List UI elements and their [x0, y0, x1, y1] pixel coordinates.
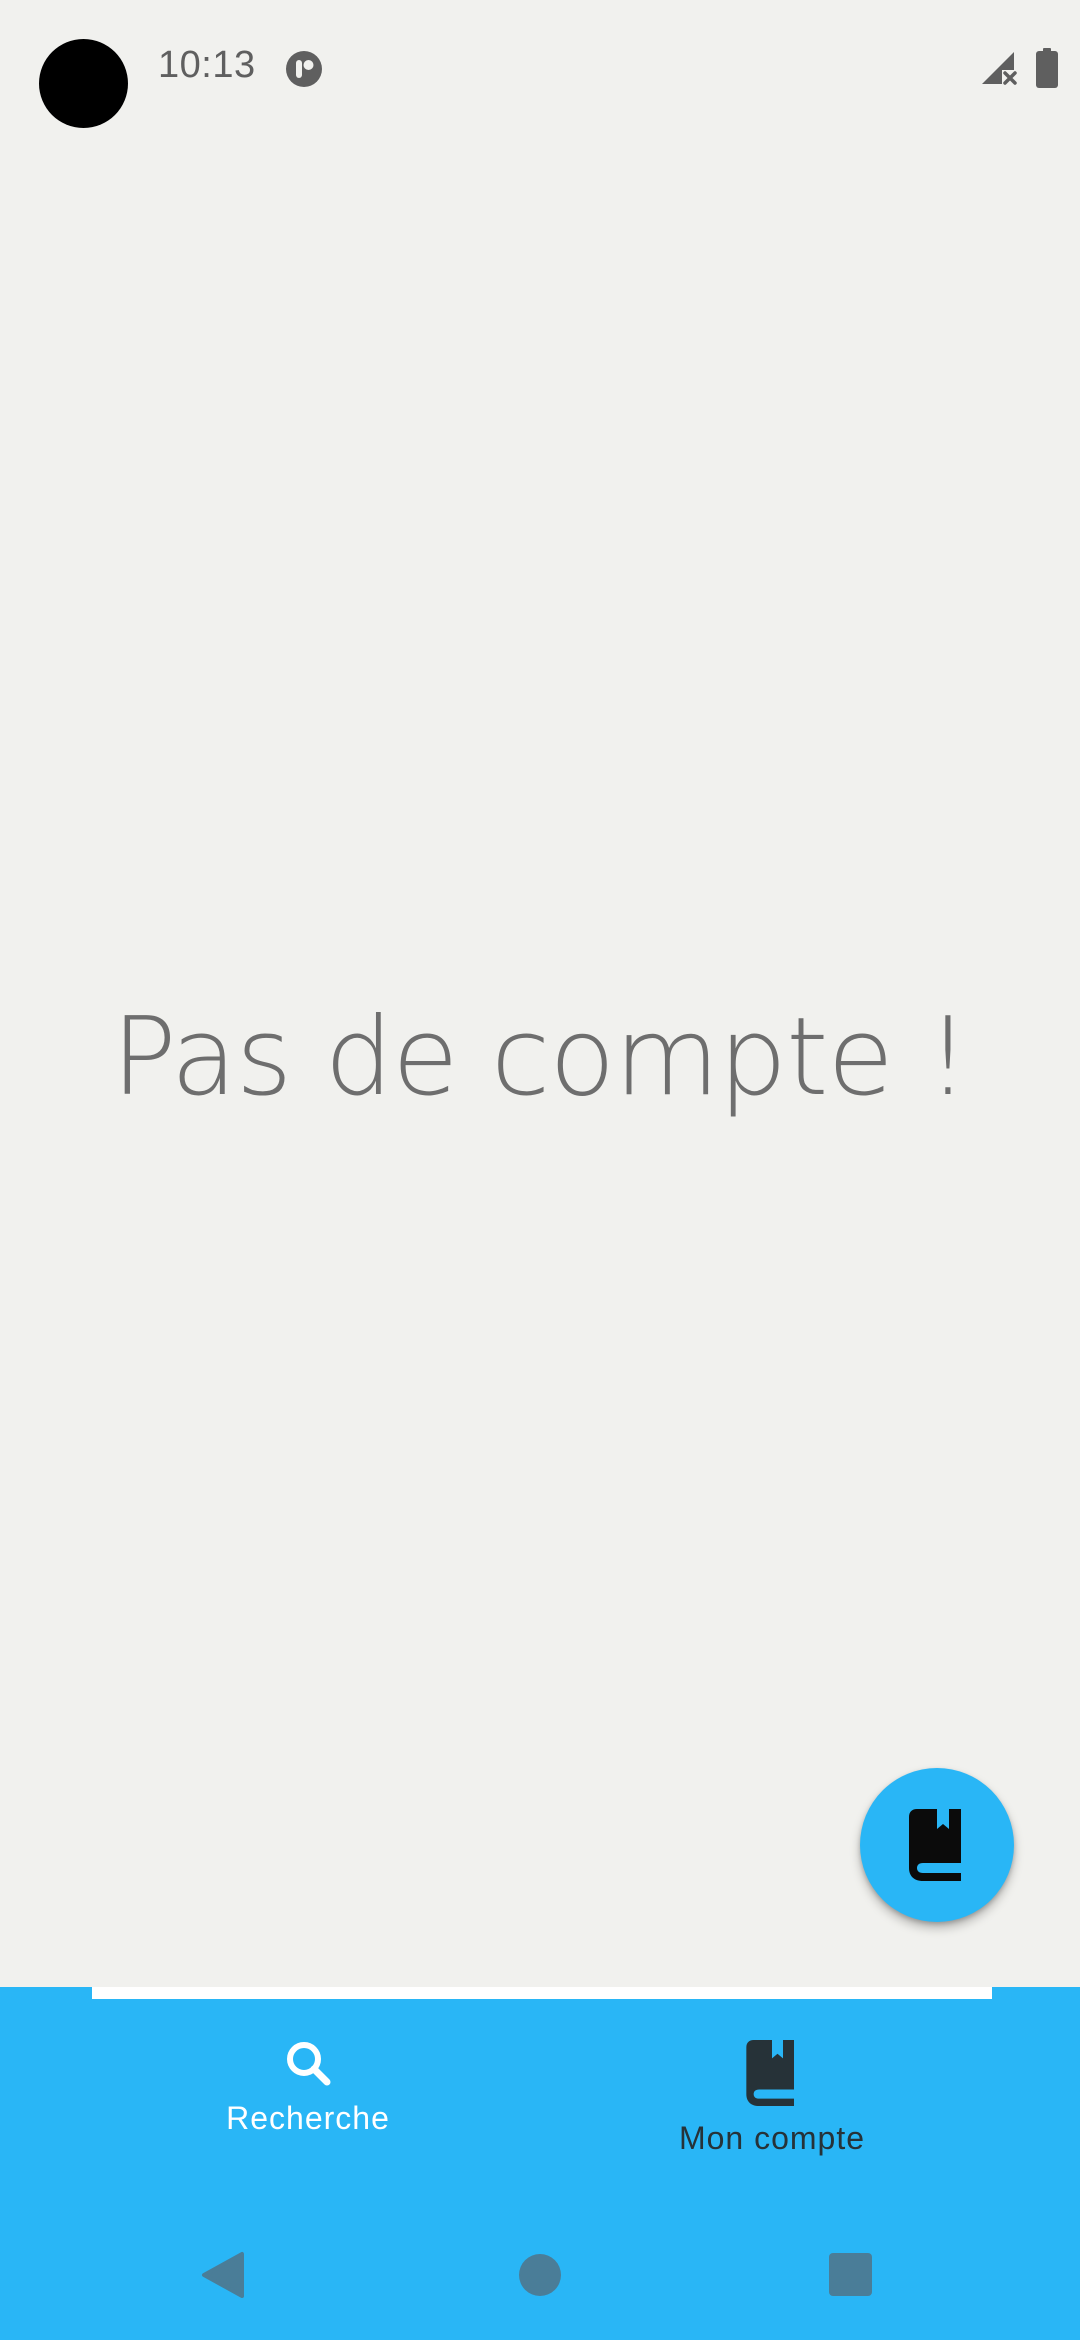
status-time: 10:13: [158, 44, 256, 86]
nav-indicator: [92, 1987, 992, 1999]
recents-icon[interactable]: [829, 2253, 872, 2296]
status-bar: 10:13: [0, 0, 1080, 140]
nav-item-recherche[interactable]: Recherche: [158, 2040, 458, 2137]
account-fab-button[interactable]: [860, 1768, 1014, 1922]
battery-icon: [1036, 48, 1058, 88]
home-icon[interactable]: [519, 2254, 561, 2296]
no-account-message: Pas de compte !: [111, 995, 969, 1120]
signal-no-service-icon: [980, 48, 1020, 88]
camera-cutout: [39, 39, 128, 128]
nav-item-mon-compte[interactable]: Mon compte: [622, 2040, 922, 2157]
search-icon: [287, 2042, 331, 2086]
nav-label-recherche: Recherche: [226, 2100, 390, 2136]
book-icon: [909, 1809, 961, 1881]
nav-label-mon-compte: Mon compte: [678, 2120, 866, 2156]
back-icon[interactable]: [200, 2250, 250, 2300]
notification-app-icon: [284, 49, 324, 89]
book-icon: [746, 2040, 794, 2106]
